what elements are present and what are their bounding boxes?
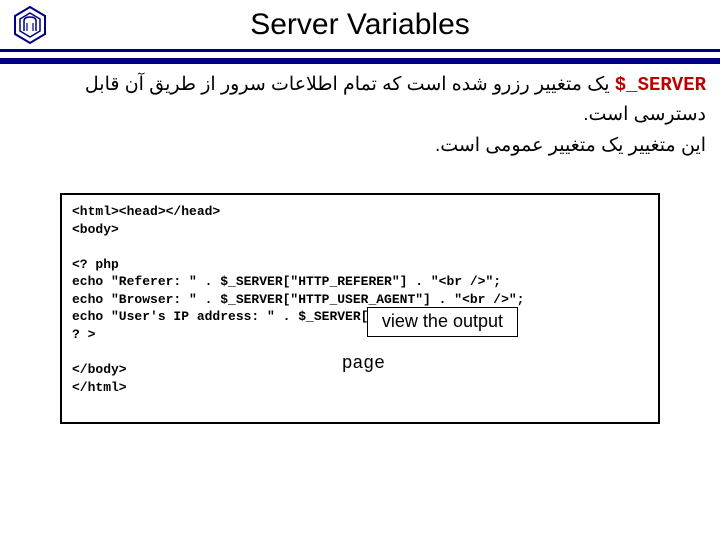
logo-icon — [10, 5, 50, 45]
code-line: </html> — [72, 380, 127, 395]
button-area: view the output page — [336, 289, 518, 411]
description-line-1: $_SERVER یک متغییر رزرو شده است که تمام … — [14, 70, 706, 131]
code-line: </body> — [72, 362, 127, 377]
code-line: ? > — [72, 327, 95, 342]
header: Server Variables — [0, 0, 720, 52]
code-line: <html><head></head> — [72, 204, 220, 219]
code-line: <body> — [72, 222, 119, 237]
code-line: echo "Referer: " . $_SERVER["HTTP_REFERE… — [72, 274, 501, 289]
keyword: $_SERVER — [615, 74, 706, 96]
description-line-2: این متغییر یک متغییر عمومی است. — [14, 131, 706, 161]
page-title: Server Variables — [70, 8, 710, 42]
page-label: page — [342, 352, 518, 376]
description-text: $_SERVER یک متغییر رزرو شده است که تمام … — [0, 64, 720, 165]
description-line-1-text: یک متغییر رزرو شده است که تمام اطلاعات س… — [85, 74, 706, 125]
code-block: <html><head></head> <body> <? php echo "… — [60, 193, 660, 424]
view-output-button[interactable]: view the output — [367, 307, 518, 337]
code-line: <? php — [72, 257, 119, 272]
